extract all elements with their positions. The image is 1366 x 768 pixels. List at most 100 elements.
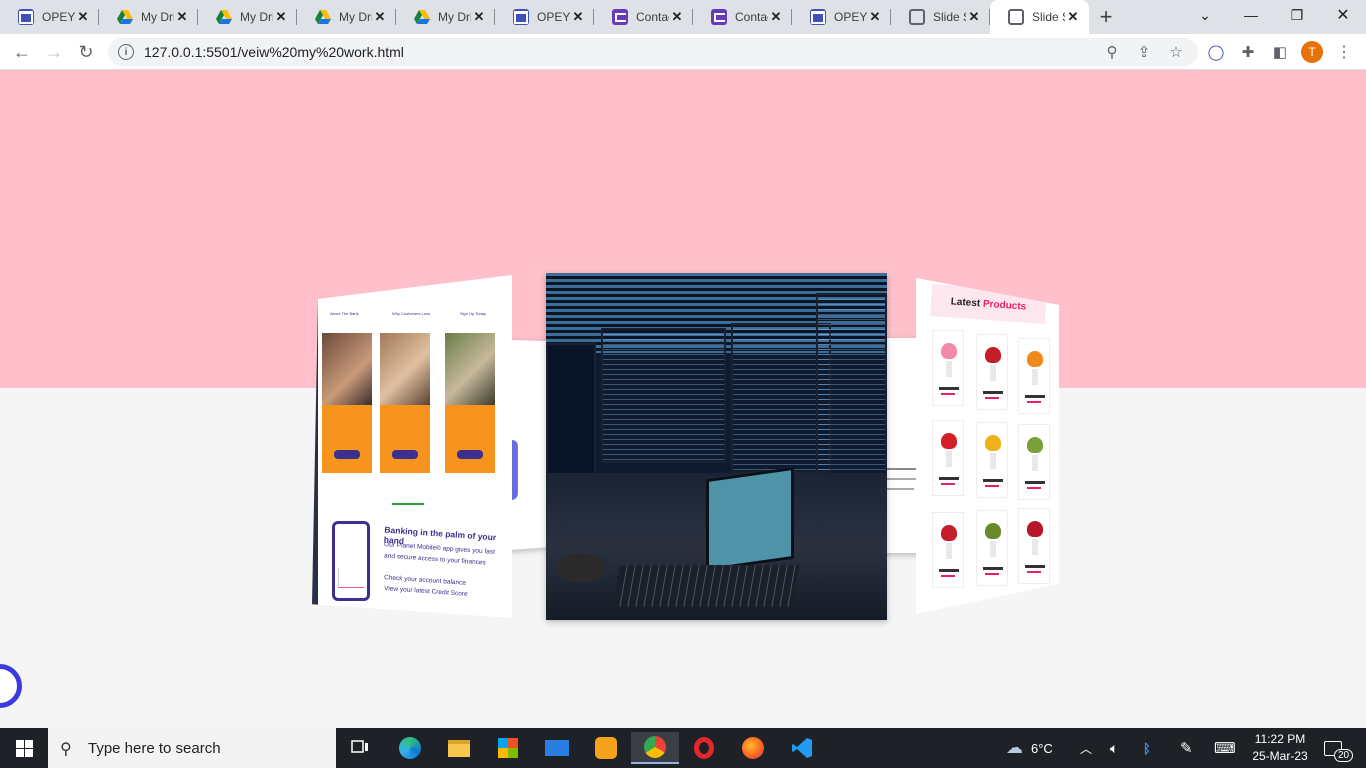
drive-icon: [216, 9, 232, 25]
browser-tab[interactable]: My Drive ✕: [297, 0, 396, 34]
bookmark-star-icon[interactable]: ☆: [1166, 42, 1186, 62]
tab-title: My Drive: [240, 10, 273, 24]
chrome-icon[interactable]: [631, 732, 679, 764]
minimize-icon[interactable]: —: [1228, 0, 1274, 30]
slide-heading: Sign Up Today: [460, 311, 486, 316]
drive-icon: [315, 9, 331, 25]
opera-icon[interactable]: [680, 732, 728, 764]
side-panel-icon[interactable]: ◧: [1270, 42, 1290, 62]
file-explorer-icon[interactable]: [435, 732, 483, 764]
contact-form-icon: [711, 9, 727, 25]
firefox-icon[interactable]: [729, 732, 777, 764]
close-tab-icon[interactable]: ✕: [768, 9, 784, 25]
address-bar[interactable]: i 127.0.0.1:5501/veiw%20my%20work.html: [108, 38, 1198, 66]
back-icon[interactable]: ←: [8, 38, 36, 66]
notifications-icon[interactable]: 20: [1324, 728, 1354, 768]
slide-heading: About The Bank: [330, 311, 359, 316]
close-tab-icon[interactable]: ✕: [570, 9, 586, 25]
slide-bank-website[interactable]: About The Bank Why Customers Love Sign U…: [312, 275, 512, 618]
slide-workstation-photo[interactable]: [546, 273, 887, 620]
volume-icon[interactable]: 🔈︎: [1110, 728, 1118, 768]
task-view-icon[interactable]: [336, 732, 384, 764]
browser-tab[interactable]: Contact ✕: [594, 0, 693, 34]
product-card: [1018, 424, 1050, 500]
close-tab-icon[interactable]: ✕: [1065, 9, 1081, 25]
tab-title: My Drive: [339, 10, 372, 24]
restore-icon[interactable]: ❐: [1274, 0, 1320, 30]
bluetooth-icon[interactable]: ᛒ: [1143, 728, 1151, 768]
reload-icon[interactable]: ↻: [72, 38, 100, 66]
search-icon: ⚲: [60, 741, 72, 758]
tab-title: Contact: [735, 10, 768, 24]
browser-tab[interactable]: OPEYEMI ✕: [0, 0, 99, 34]
uc-browser-icon[interactable]: [582, 732, 630, 764]
forms-icon: [513, 9, 529, 25]
pen-icon[interactable]: ✎: [1180, 728, 1193, 768]
phone-mockup: [332, 521, 370, 601]
product-card: [1018, 508, 1050, 584]
tab-title: My Drive: [141, 10, 174, 24]
browser-tab[interactable]: My Drive ✕: [99, 0, 198, 34]
close-tab-icon[interactable]: ✕: [966, 9, 982, 25]
tab-strip: OPEYEMI ✕ My Drive ✕ My Drive ✕ My Drive…: [0, 0, 1366, 34]
product-card: [932, 420, 964, 496]
weather-widget[interactable]: ☁ 6°C: [1006, 728, 1053, 768]
close-window-icon[interactable]: ✕: [1320, 0, 1366, 30]
taskbar-search-box[interactable]: ⚲ Type here to search: [48, 728, 336, 768]
tab-title: My Drive: [438, 10, 471, 24]
tab-search-chevron-icon[interactable]: ⌄: [1182, 0, 1228, 30]
windows-start-icon[interactable]: [0, 728, 48, 768]
profile-avatar[interactable]: T: [1301, 41, 1323, 63]
tab-title: Contact: [636, 10, 669, 24]
drive-icon: [117, 9, 133, 25]
windows-taskbar: ⚲ Type here to search ☁ 6°C ︿ 🔈︎ ᛒ ✎ ⌨ 1…: [0, 728, 1366, 768]
menu-kebab-icon[interactable]: ⋮: [1334, 42, 1354, 62]
browser-toolbar: ← → ↻ i 127.0.0.1:5501/veiw%20my%20work.…: [0, 34, 1366, 70]
browser-tab[interactable]: My Drive ✕: [198, 0, 297, 34]
new-tab-button[interactable]: +: [1089, 0, 1123, 34]
extensions-puzzle-icon[interactable]: ✚: [1238, 42, 1258, 62]
browser-tab-active[interactable]: Slide Show ✕: [990, 0, 1089, 34]
close-tab-icon[interactable]: ✕: [372, 9, 388, 25]
close-tab-icon[interactable]: ✕: [273, 9, 289, 25]
feature-card: [322, 333, 372, 473]
cloud-icon: ☁: [1006, 738, 1023, 757]
browser-tab[interactable]: Slide Show ✕: [891, 0, 990, 34]
browser-tab[interactable]: OPEYEMI ✕: [792, 0, 891, 34]
extension-circle-icon[interactable]: ◯: [1206, 42, 1226, 62]
globe-icon: [909, 9, 925, 25]
browser-tab[interactable]: My Drive ✕: [396, 0, 495, 34]
slide-flower-shop[interactable]: Latest Products: [916, 278, 1059, 614]
edge-icon[interactable]: [386, 732, 434, 764]
close-tab-icon[interactable]: ✕: [471, 9, 487, 25]
feature-card: [445, 333, 495, 473]
keyboard-icon[interactable]: ⌨: [1214, 728, 1236, 768]
tray-chevron-icon[interactable]: ︿: [1080, 728, 1092, 768]
tab-title: OPEYEMI: [537, 10, 570, 24]
close-tab-icon[interactable]: ✕: [867, 9, 883, 25]
mail-icon[interactable]: [533, 732, 581, 764]
browser-tab[interactable]: Contact ✕: [693, 0, 792, 34]
close-tab-icon[interactable]: ✕: [174, 9, 190, 25]
close-tab-icon[interactable]: ✕: [669, 9, 685, 25]
forms-icon: [810, 9, 826, 25]
bank-text: View your latest Credit Score: [383, 585, 468, 598]
microsoft-store-icon[interactable]: [484, 732, 532, 764]
tab-title: Slide Show: [1032, 10, 1065, 24]
forward-icon[interactable]: →: [40, 38, 68, 66]
address-url[interactable]: 127.0.0.1:5501/veiw%20my%20work.html: [144, 44, 404, 60]
close-tab-icon[interactable]: ✕: [75, 9, 91, 25]
vscode-icon[interactable]: [778, 732, 826, 764]
share-icon[interactable]: ⇪: [1134, 42, 1154, 62]
drive-icon: [414, 9, 430, 25]
product-card: [976, 510, 1008, 586]
feature-card: [380, 333, 430, 473]
taskbar-clock[interactable]: 11:22 PM 25-Mar-23: [1250, 731, 1310, 765]
site-info-icon[interactable]: i: [118, 44, 134, 60]
slideshow-carousel: About The Bank Why Customers Love Sign U…: [0, 70, 1366, 728]
zoom-icon[interactable]: ⚲: [1102, 42, 1122, 62]
browser-tab[interactable]: OPEYEMI ✕: [495, 0, 594, 34]
weather-temp: 6°C: [1031, 740, 1053, 756]
slide-heading: Why Customers Love: [392, 311, 431, 316]
tab-title: Slide Show: [933, 10, 966, 24]
